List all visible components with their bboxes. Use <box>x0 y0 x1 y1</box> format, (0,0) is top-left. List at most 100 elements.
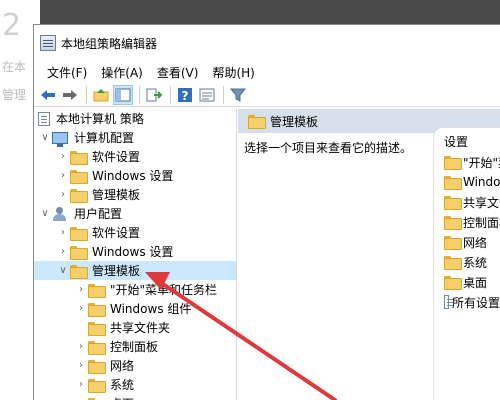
tree-label: 软件设置 <box>92 150 141 164</box>
list-item[interactable]: 控制面板 <box>444 212 500 232</box>
tree-label: 控制面板 <box>110 340 159 354</box>
tree-item-local-policy[interactable]: 本地计算机 策略 <box>34 109 236 128</box>
tree-item-computer-windows-settings[interactable]: › Windows 设置 <box>34 166 236 185</box>
tree-item-system[interactable]: › 系统 <box>34 375 236 394</box>
properties-icon[interactable] <box>197 85 217 105</box>
chevron-down-icon[interactable]: ∨ <box>38 132 52 143</box>
tree-item-user-windows-settings[interactable]: › Windows 设置 <box>34 242 236 261</box>
toolbar-separator <box>170 85 171 104</box>
folder-icon <box>88 378 106 393</box>
tree-item-network[interactable]: › 网络 <box>34 356 236 375</box>
toolbar-separator <box>223 85 224 104</box>
policy-tree: 本地计算机 策略 ∨ 计算机配置 › 软件设置 › Windows 设置 › 管… <box>34 109 237 400</box>
toolbar-separator <box>139 85 140 104</box>
tree-label: 用户配置 <box>74 207 123 221</box>
folder-icon <box>88 321 106 336</box>
tree-label: Windows 组件 <box>110 302 192 316</box>
list-item[interactable]: 网络 <box>444 232 500 252</box>
tree-item-windows-components[interactable]: › Windows 组件 <box>34 299 236 318</box>
tree-label: Windows 设置 <box>92 169 174 183</box>
list-item-label: 共享文件 <box>463 195 500 210</box>
tree-label: 网络 <box>110 359 135 373</box>
list-item[interactable]: 所有设置 <box>444 292 500 312</box>
toolbar: ? <box>34 83 500 107</box>
title-bar[interactable]: 本地组策略编辑器 <box>34 25 500 61</box>
folder-icon <box>70 188 88 203</box>
menu-help[interactable]: 帮助(H) <box>205 64 261 81</box>
folder-icon <box>70 245 88 260</box>
chevron-down-icon[interactable]: ∨ <box>38 208 52 219</box>
list-item-label: 系统 <box>463 255 488 270</box>
help-icon[interactable]: ? <box>175 85 195 105</box>
folder-icon <box>248 115 266 129</box>
list-item-label: 网络 <box>463 235 488 250</box>
tree-item-control-panel[interactable]: › 控制面板 <box>34 337 236 356</box>
chevron-right-icon[interactable]: › <box>74 284 88 295</box>
menu-action[interactable]: 操作(A) <box>94 64 150 81</box>
list-item[interactable]: 桌面 <box>444 272 500 292</box>
folder-icon <box>70 264 88 279</box>
chevron-right-icon[interactable]: › <box>74 341 88 352</box>
chevron-right-icon[interactable]: › <box>56 151 70 162</box>
svg-text:?: ? <box>182 89 189 103</box>
chevron-right-icon[interactable]: › <box>74 360 88 371</box>
user-icon <box>52 206 68 221</box>
policy-document-icon <box>38 111 50 126</box>
tree-item-start-menu-taskbar[interactable]: › "开始"菜单和任务栏 <box>34 280 236 299</box>
back-arrow-icon[interactable] <box>38 85 58 105</box>
group-policy-editor-window: 本地组策略编辑器 文件(F) 操作(A) 查看(V) 帮助(H) ? 本地计算机… <box>33 24 500 400</box>
folder-icon <box>444 216 462 230</box>
tree-item-user-config[interactable]: ∨ 用户配置 <box>34 204 236 223</box>
tree-label: 桌面 <box>110 395 134 400</box>
tree-item-user-software-settings[interactable]: › 软件设置 <box>34 223 236 242</box>
tree-item-computer-admin-templates[interactable]: › 管理模板 <box>34 185 236 204</box>
description-text: 选择一个项目来查看它的描述。 <box>244 141 413 155</box>
list-item[interactable]: 系统 <box>444 252 500 272</box>
tree-label: 共享文件夹 <box>110 321 171 335</box>
list-item-label: "开始"菜 <box>463 155 500 170</box>
step-number: 2 <box>2 8 22 43</box>
tree-item-computer-config[interactable]: ∨ 计算机配置 <box>34 128 236 147</box>
tree-label: 管理模板 <box>92 188 141 202</box>
tree-item-computer-software-settings[interactable]: › 软件设置 <box>34 147 236 166</box>
settings-list: 设置 "开始"菜 Window 共享文件 控制面板 <box>433 127 500 400</box>
chevron-down-icon[interactable]: ∨ <box>56 265 70 276</box>
folder-icon <box>88 340 106 355</box>
tree-label: Windows 设置 <box>92 245 174 259</box>
menu-file[interactable]: 文件(F) <box>40 64 94 81</box>
tree-item-user-admin-templates[interactable]: ∨ 管理模板 <box>34 261 236 280</box>
folder-icon <box>70 226 88 241</box>
chevron-right-icon[interactable]: › <box>56 189 70 200</box>
chevron-right-icon[interactable]: › <box>56 227 70 238</box>
chevron-right-icon[interactable]: › <box>56 170 70 181</box>
details-pane: 管理模板 选择一个项目来查看它的描述。 设置 "开始"菜 Window 共享文件 <box>238 109 500 400</box>
up-folder-icon[interactable] <box>91 85 111 105</box>
folder-icon <box>444 256 462 270</box>
forward-arrow-icon[interactable] <box>60 85 80 105</box>
menu-bar: 文件(F) 操作(A) 查看(V) 帮助(H) <box>34 61 500 83</box>
list-item[interactable]: 共享文件 <box>444 192 500 212</box>
list-item[interactable]: Window <box>444 172 500 192</box>
chevron-right-icon[interactable]: › <box>74 303 88 314</box>
show-hide-tree-icon[interactable] <box>113 84 133 105</box>
tree-label: 系统 <box>110 378 135 392</box>
tree-item-desktop[interactable]: › 桌面 <box>34 394 236 400</box>
window-title: 本地组策略编辑器 <box>61 36 158 51</box>
tree-item-shared-folders[interactable]: 共享文件夹 <box>34 318 236 337</box>
list-item-label: Window <box>463 175 500 189</box>
folder-icon <box>88 302 106 317</box>
menu-view[interactable]: 查看(V) <box>150 64 206 81</box>
folder-icon <box>88 359 106 374</box>
list-item[interactable]: "开始"菜 <box>444 152 500 172</box>
details-title: 管理模板 <box>270 114 319 129</box>
chevron-right-icon[interactable]: › <box>74 379 88 390</box>
filter-icon[interactable] <box>228 85 248 105</box>
tree-label: "开始"菜单和任务栏 <box>110 283 218 297</box>
folder-icon <box>444 156 462 170</box>
list-item-label: 桌面 <box>463 275 488 290</box>
folder-icon <box>444 236 462 250</box>
settings-column-header[interactable]: 设置 <box>444 130 500 152</box>
list-item-label: 控制面板 <box>463 215 500 230</box>
export-list-icon[interactable] <box>144 85 164 105</box>
chevron-right-icon[interactable]: › <box>56 246 70 257</box>
